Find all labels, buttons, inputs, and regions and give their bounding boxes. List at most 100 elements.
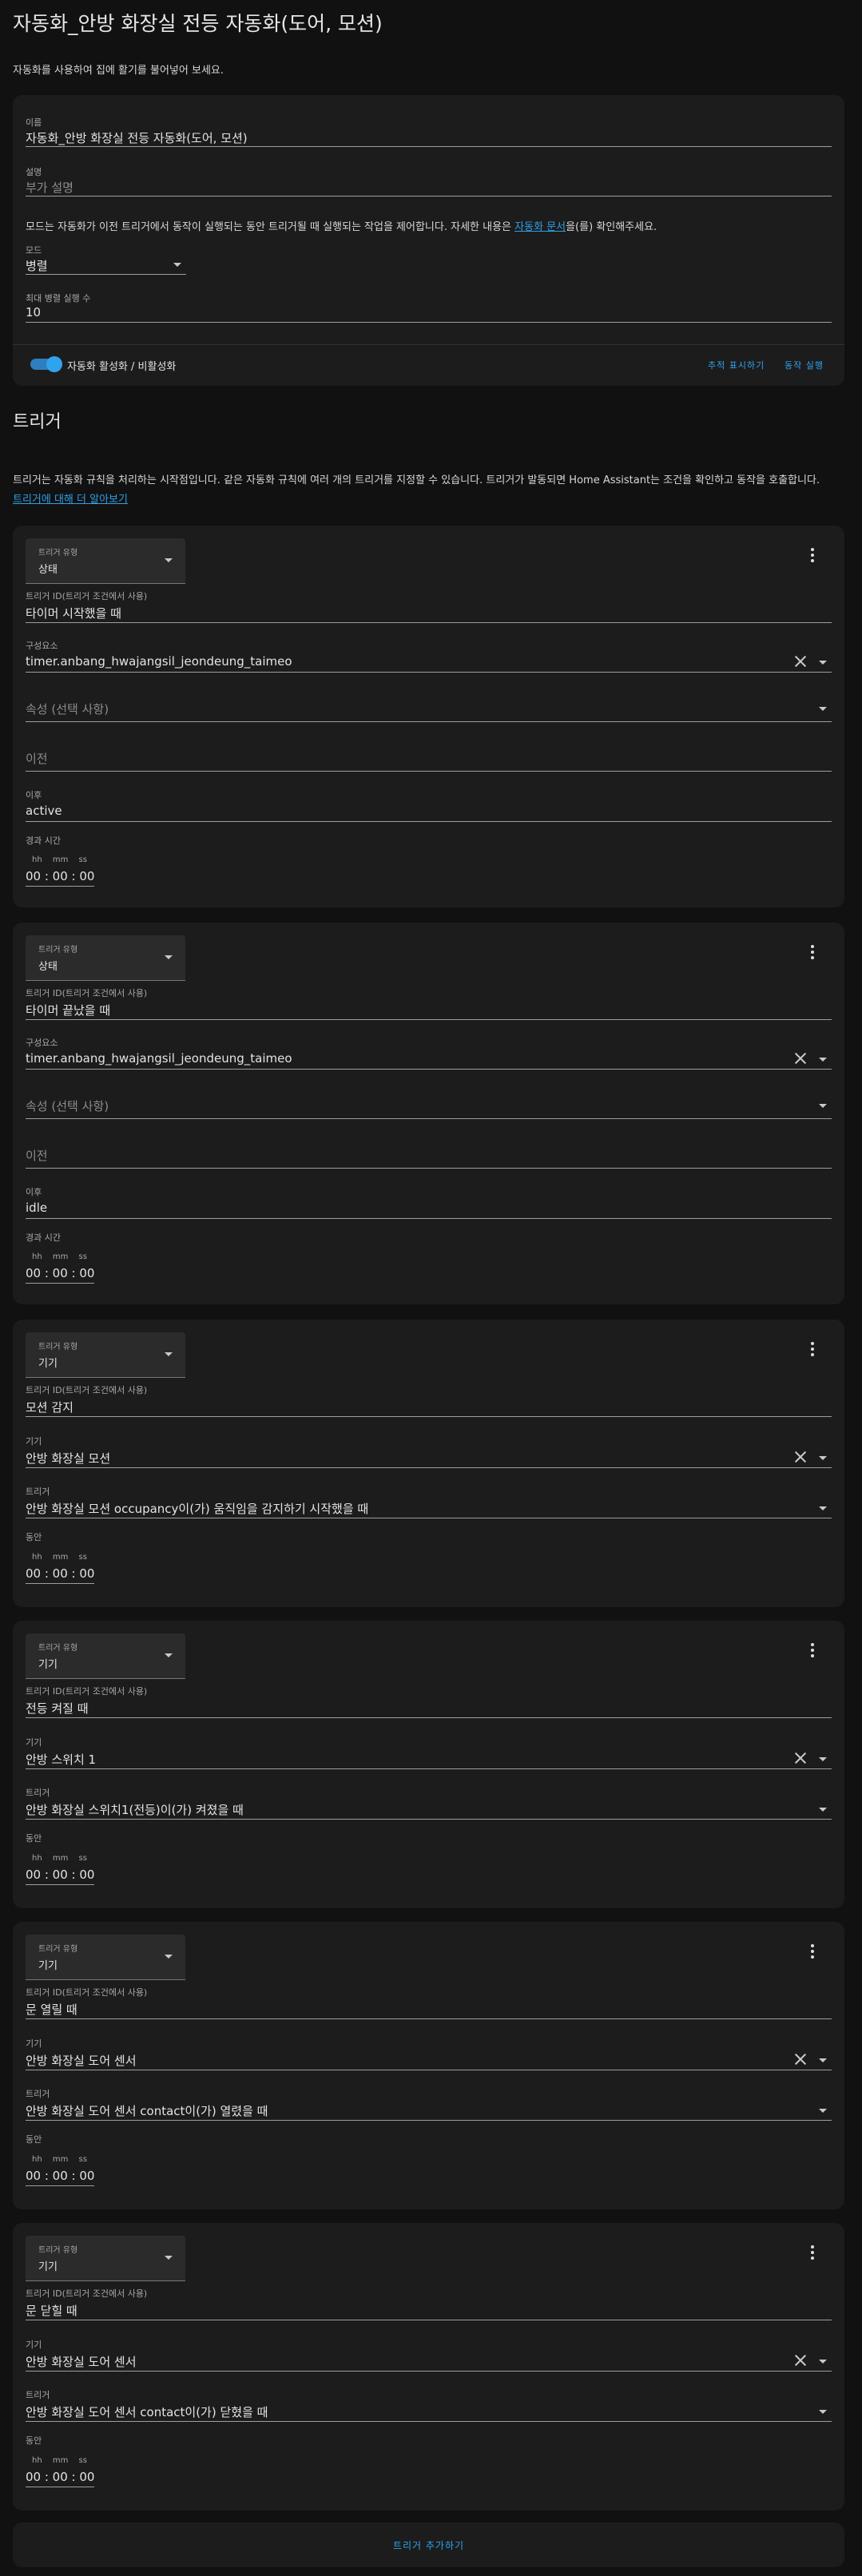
to-state-field[interactable]: 이후 active [26,788,832,822]
device-value: 안방 화장실 모션 [26,1451,111,1466]
more-options-icon[interactable] [811,1643,814,1657]
attribute-select[interactable]: 속성 (선택 사항) [26,697,832,722]
hh-label: hh [32,2155,42,2164]
from-state-field[interactable]: 이전 [26,1144,832,1169]
duration-units: hh mm ss [32,2155,87,2164]
more-options-icon[interactable] [811,2245,814,2260]
trigger-id-value: 타이머 시작했을 때 [26,606,121,621]
trigger-id-field[interactable]: 트리거 ID(트리거 조건에서 사용) 타이머 끝났을 때 [26,986,832,1020]
trigger-id-label: 트리거 ID(트리거 조건에서 사용) [26,1385,148,1395]
device-value: 안방 화장실 도어 센서 [26,2054,137,2068]
run-action-button[interactable]: 동작 실행 [785,359,824,371]
device-picker[interactable]: 기기 안방 화장실 모션 [26,1435,832,1468]
clear-icon[interactable] [793,654,808,669]
ss-label: ss [78,1553,87,1562]
device-trigger-value: 안방 화장실 도어 센서 contact이(가) 닫혔을 때 [26,2405,268,2419]
device-picker[interactable]: 기기안방 스위치 1 [26,1736,832,1769]
trigger-card: 트리거 유형 기기 트리거 ID(트리거 조건에서 사용) 모션 감지 기기 안방 화… [13,1320,844,1607]
more-options-icon[interactable] [811,945,814,959]
trigger-label: 트리거 [26,1788,50,1798]
trigger-type-select[interactable]: 트리거 유형 기기 [26,1332,185,1378]
trigger-type-value: 기기 [38,1960,58,1972]
device-trigger-select[interactable]: 트리거 안방 화장실 스위치1(전등)이(가) 켜졌을 때 [26,1786,832,1820]
trigger-id-field[interactable]: 트리거 ID(트리거 조건에서 사용) 타이머 시작했을 때 [26,589,832,623]
triggers-learn-more-link[interactable]: 트리거에 대해 더 알아보기 [13,490,128,506]
trigger-id-value: 타이머 끝났을 때 [26,1003,111,1018]
device-picker[interactable]: 기기 안방 화장실 도어 센서 [26,2338,832,2372]
entity-label: 구성요소 [26,1038,58,1048]
from-state-field[interactable]: 이전 [26,747,832,772]
clear-icon[interactable] [793,1450,808,1464]
mm-label: mm [52,1854,69,1863]
trigger-id-field[interactable]: 트리거 ID(트리거 조건에서 사용) 전등 켜질 때 [26,1685,832,1718]
entity-picker[interactable]: 구성요소 timer.anbang_hwajangsil_jeondeung_ta… [26,1036,832,1070]
duration-input[interactable]: 00 : 00 : 00 [26,869,94,887]
trigger-type-select[interactable]: 트리거 유형 상태 [26,538,185,584]
max-parallel-field[interactable]: 최대 병렬 실행 수 10 [26,292,832,323]
device-value: 안방 스위치 1 [26,1752,97,1767]
enable-automation-label: 자동화 활성화 / 비활성화 [67,361,177,373]
to-state-field[interactable]: 이후 idle [26,1185,832,1219]
for-label: 동안 [26,2435,42,2446]
duration-units: hh mm ss [32,1252,87,1261]
enable-automation-toggle[interactable] [30,356,62,372]
chevron-down-icon [819,707,827,711]
trigger-id-field[interactable]: 트리거 ID(트리거 조건에서 사용) 문 열릴 때 [26,1986,832,2019]
add-trigger-button[interactable]: 트리거 추가하기 [13,2522,844,2567]
device-trigger-value: 안방 화장실 모션 occupancy이(가) 움직임을 감지하기 시작했을 때 [26,1502,369,1516]
more-options-icon[interactable] [811,548,814,562]
chevron-down-icon [819,2058,827,2062]
trigger-label: 트리거 [26,2390,50,2400]
device-picker[interactable]: 기기 안방 화장실 도어 센서 [26,2037,832,2070]
duration-input[interactable]: 00 : 00 : 00 [26,1266,94,1284]
chevron-down-icon [165,2256,173,2260]
duration-input[interactable]: 00 : 00 : 00 [26,1868,94,1885]
clear-icon[interactable] [793,1051,808,1066]
chevron-down-icon [819,661,827,665]
entity-value: timer.anbang_hwajangsil_jeondeung_taimeo [26,1051,292,1066]
name-field[interactable]: 이름 자동화_안방 화장실 전등 자동화(도어, 모션) [26,116,832,147]
chevron-down-icon [165,1352,173,1356]
entity-picker[interactable]: 구성요소 timer.anbang_hwajangsil_jeondeung_ta… [26,639,832,673]
device-label: 기기 [26,1737,42,1748]
trigger-id-label: 트리거 ID(트리거 조건에서 사용) [26,591,148,601]
trigger-type-select[interactable]: 트리거 유형 기기 [26,1935,185,1980]
triggers-description: 트리거는 자동화 규칙을 처리하는 시작점입니다. 같은 자동화 규칙에 여러 … [13,474,820,486]
show-trace-button[interactable]: 추적 표시하기 [708,359,765,371]
duration-input[interactable]: 00 : 00 : 00 [26,2470,94,2487]
device-trigger-select[interactable]: 트리거안방 화장실 모션 occupancy이(가) 움직임을 감지하기 시작했… [26,1485,832,1518]
trigger-type-select[interactable]: 트리거 유형 기기 [26,1633,185,1679]
trigger-type-value: 기기 [38,1659,58,1671]
trigger-type-select[interactable]: 트리거 유형 상태 [26,935,185,981]
ss-label: ss [78,2456,87,2465]
more-options-icon[interactable] [811,1342,814,1356]
duration-input[interactable]: 00 : 00 : 00 [26,1566,94,1584]
duration-input[interactable]: 00 : 00 : 00 [26,2169,94,2186]
trigger-label: 트리거 [26,1486,50,1497]
trigger-card: 트리거 유형 기기 트리거 ID(트리거 조건에서 사용) 문 닫힐 때 기기 안방 … [13,2223,844,2511]
ss-label: ss [78,2155,87,2164]
add-trigger-label: 트리거 추가하기 [392,2540,465,2551]
device-trigger-value: 안방 화장실 도어 센서 contact이(가) 열렸을 때 [26,2104,268,2118]
max-parallel-value: 10 [26,305,42,320]
attribute-placeholder: 속성 (선택 사항) [26,702,109,716]
automation-docs-link[interactable]: 자동화 문서 [514,221,566,233]
trigger-card: 트리거 유형 상태 트리거 ID(트리거 조건에서 사용) 타이머 시작했을 때 구… [13,526,844,907]
device-trigger-select[interactable]: 트리거 안방 화장실 도어 센서 contact이(가) 열렸을 때 [26,2087,832,2121]
attribute-select[interactable]: 속성 (선택 사항) [26,1094,832,1119]
clear-icon[interactable] [793,1751,808,1765]
more-options-icon[interactable] [811,1944,814,1959]
device-label: 기기 [26,2340,42,2350]
mm-label: mm [52,2155,69,2164]
device-trigger-select[interactable]: 트리거안방 화장실 도어 센서 contact이(가) 닫혔을 때 [26,2388,832,2422]
clear-icon[interactable] [793,2353,808,2368]
chevron-down-icon [819,2410,827,2414]
trigger-id-field[interactable]: 트리거 ID(트리거 조건에서 사용) 모션 감지 [26,1383,832,1417]
mode-info-suffix: 을(를) 확인해주세요. [566,221,657,233]
description-field[interactable]: 설명 부가 설명 [26,165,832,196]
mode-select[interactable]: 모드 병렬 [26,244,186,275]
trigger-type-select[interactable]: 트리거 유형 기기 [26,2236,185,2281]
attribute-placeholder: 속성 (선택 사항) [26,1099,109,1113]
clear-icon[interactable] [793,2052,808,2066]
trigger-id-field[interactable]: 트리거 ID(트리거 조건에서 사용) 문 닫힐 때 [26,2287,832,2320]
